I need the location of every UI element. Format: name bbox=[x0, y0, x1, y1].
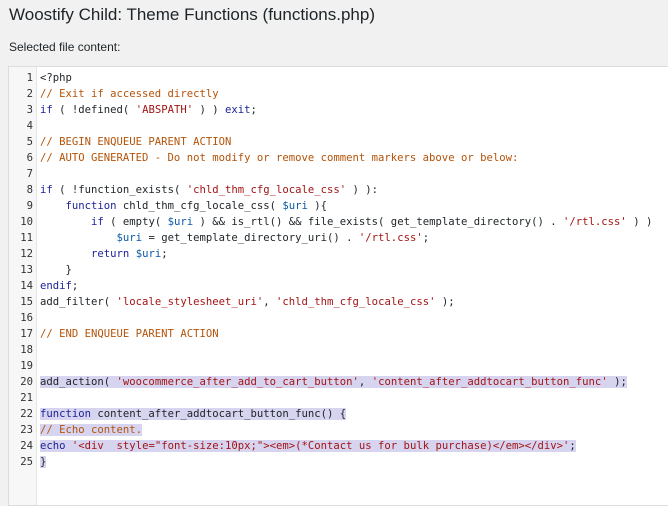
line-number: 7 bbox=[26, 168, 33, 180]
code-text: add_filter( 'locale_stylesheet_uri', 'ch… bbox=[40, 296, 455, 308]
code-line: 1 <?php bbox=[9, 70, 668, 86]
code-line: 11 $uri = get_template_directory_uri() .… bbox=[9, 230, 668, 246]
code-line: 16 bbox=[9, 310, 668, 326]
line-number: 8 bbox=[26, 184, 33, 196]
code-text: // Echo content. bbox=[40, 424, 143, 436]
line-number: 2 bbox=[26, 88, 33, 100]
line-number: 23 bbox=[20, 424, 33, 436]
line-number: 4 bbox=[26, 120, 33, 132]
line-number: 1 bbox=[26, 72, 33, 84]
page-title: Woostify Child: Theme Functions (functio… bbox=[9, 5, 375, 24]
code-line: 9 function chld_thm_cfg_locale_css( $uri… bbox=[9, 198, 668, 214]
line-number: 22 bbox=[20, 408, 33, 420]
code-line: 14 endif; bbox=[9, 278, 668, 294]
code-text: function chld_thm_cfg_locale_css( $uri )… bbox=[65, 200, 328, 212]
line-number: 12 bbox=[20, 248, 33, 260]
code-text: endif; bbox=[40, 280, 79, 292]
code-text: } bbox=[40, 264, 72, 276]
line-number: 15 bbox=[20, 296, 33, 308]
line-number: 13 bbox=[20, 264, 33, 276]
code-text: // BEGIN ENQUEUE PARENT ACTION bbox=[40, 136, 232, 148]
code-text: $uri = get_template_directory_uri() . '/… bbox=[116, 232, 430, 244]
code-line: 3 if ( !defined( 'ABSPATH' ) ) exit; bbox=[9, 102, 668, 118]
code-line: 23 // Echo content. bbox=[9, 422, 668, 438]
line-number: 16 bbox=[20, 312, 33, 324]
code-line: 8 if ( !function_exists( 'chld_thm_cfg_lo… bbox=[9, 182, 668, 198]
code-text: <?php bbox=[40, 72, 72, 84]
code-line: 17 // END ENQUEUE PARENT ACTION bbox=[9, 326, 668, 342]
code-text: // END ENQUEUE PARENT ACTION bbox=[40, 328, 219, 340]
code-text: function content_after_addtocart_button_… bbox=[40, 408, 347, 420]
code-line: 2 // Exit if accessed directly bbox=[9, 86, 668, 102]
code-text: if ( !function_exists( 'chld_thm_cfg_loc… bbox=[40, 184, 379, 196]
code-line: 5 // BEGIN ENQUEUE PARENT ACTION bbox=[9, 134, 668, 150]
code-line: 19 bbox=[9, 358, 668, 374]
line-number: 24 bbox=[20, 440, 33, 452]
code-line: 20 add_action( 'woocommerce_after_add_to_… bbox=[9, 374, 668, 390]
code-text: return $uri; bbox=[91, 248, 168, 260]
code-line: 7 bbox=[9, 166, 668, 182]
code-text: if ( !defined( 'ABSPATH' ) ) exit; bbox=[40, 104, 257, 116]
code-line: 21 bbox=[9, 390, 668, 406]
code-text: // Exit if accessed directly bbox=[40, 88, 219, 100]
line-number: 3 bbox=[26, 104, 33, 116]
code-text: add_action( 'woocommerce_after_add_to_ca… bbox=[40, 376, 627, 388]
code-line: 12 return $uri; bbox=[9, 246, 668, 262]
code-text: // AUTO GENERATED - Do not modify or rem… bbox=[40, 152, 519, 164]
code-lines: 1 <?php 2 // Exit if accessed directly 3 if (… bbox=[9, 70, 668, 470]
code-line: 24 echo '<div style="font-size:10px;"><em… bbox=[9, 438, 668, 454]
line-number: 10 bbox=[20, 216, 33, 228]
code-line: 25} bbox=[9, 454, 668, 470]
file-content-label: Selected file content: bbox=[9, 40, 121, 54]
code-text: } bbox=[40, 456, 47, 468]
line-number: 19 bbox=[20, 360, 33, 372]
code-text: if ( empty( $uri ) && is_rtl() && file_e… bbox=[91, 216, 653, 228]
line-number: 21 bbox=[20, 392, 33, 404]
line-number: 18 bbox=[20, 344, 33, 356]
code-line: 13 } bbox=[9, 262, 668, 278]
code-line: 10 if ( empty( $uri ) && is_rtl() && fil… bbox=[9, 214, 668, 230]
line-number: 6 bbox=[26, 152, 33, 164]
line-number: 14 bbox=[20, 280, 33, 292]
code-line: 4 bbox=[9, 118, 668, 134]
code-text: echo '<div style="font-size:10px;"><em>(… bbox=[40, 440, 576, 452]
code-editor[interactable]: 1 <?php 2 // Exit if accessed directly 3 if (… bbox=[8, 66, 668, 506]
code-line: 6 // AUTO GENERATED - Do not modify or re… bbox=[9, 150, 668, 166]
line-number: 9 bbox=[26, 200, 33, 212]
line-number: 25 bbox=[20, 456, 33, 468]
line-number: 11 bbox=[20, 232, 33, 244]
line-number: 17 bbox=[20, 328, 33, 340]
code-line: 15 add_filter( 'locale_stylesheet_uri', '… bbox=[9, 294, 668, 310]
code-line: 22 function content_after_addtocart_butto… bbox=[9, 406, 668, 422]
code-line: 18 bbox=[9, 342, 668, 358]
line-number: 20 bbox=[20, 376, 33, 388]
line-number: 5 bbox=[26, 136, 33, 148]
